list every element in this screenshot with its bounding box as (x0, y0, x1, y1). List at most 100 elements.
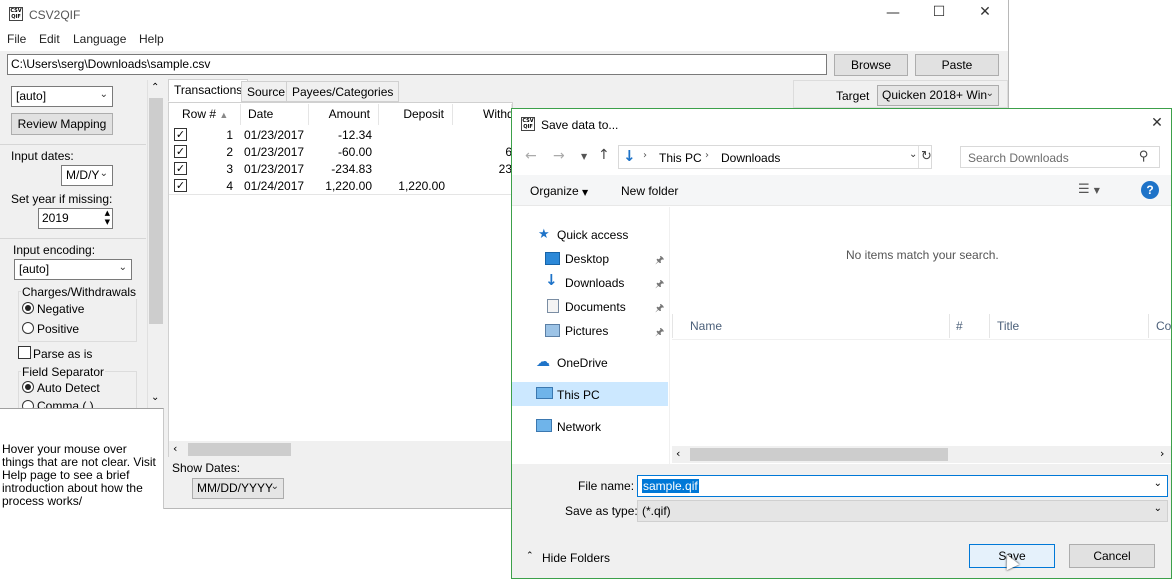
save-type-combo[interactable]: (*.qif) ⌄ (637, 500, 1168, 522)
search-input[interactable]: Search Downloads ⚲ (960, 146, 1160, 168)
column-header-contributing[interactable]: Co (1156, 319, 1171, 333)
nav-onedrive[interactable]: OneDrive (557, 356, 608, 370)
column-header-title[interactable]: Title (997, 319, 1019, 333)
breadcrumb-downloads[interactable]: Downloads (721, 151, 780, 165)
search-icon[interactable]: ⚲ (1139, 149, 1149, 164)
column-header-name[interactable]: Name (690, 319, 722, 333)
downloads-folder-icon: ↓ (623, 147, 636, 165)
scroll-thumb[interactable] (690, 448, 948, 461)
scroll-left-icon[interactable]: ‹ (676, 447, 680, 460)
scroll-right-icon[interactable]: › (1160, 447, 1164, 460)
stepper-arrows-icon[interactable]: ▲ ▼ (105, 209, 110, 227)
recent-chevron-icon[interactable]: ▼ (581, 152, 587, 161)
row-deposit (379, 127, 445, 144)
date-format-combo[interactable]: M/D/Y ⌄ (61, 165, 113, 186)
row-checkbox[interactable]: ✓ (174, 179, 187, 192)
help-icon[interactable]: ? (1141, 181, 1159, 199)
encoding-combo[interactable]: [auto] ⌄ (14, 259, 132, 280)
chevron-down-icon[interactable]: ⌄ (1154, 478, 1162, 489)
table-row[interactable]: ✓ 2 01/23/2017 -60.00 6 (169, 144, 512, 161)
row-date: 01/23/2017 (244, 128, 305, 142)
address-bar[interactable]: ↓ › This PC › Downloads ⌄ ↻ (618, 145, 932, 169)
negative-radio[interactable] (22, 302, 34, 314)
paste-button[interactable]: Paste (915, 54, 999, 76)
nav-network[interactable]: Network (557, 420, 601, 434)
hide-folders-button[interactable]: Hide Folders (542, 551, 610, 565)
parse-as-is-checkbox[interactable] (18, 346, 31, 359)
menu-language[interactable]: Language (73, 32, 126, 46)
pin-icon[interactable]: 🖈 (655, 277, 664, 294)
nav-desktop[interactable]: Desktop (565, 252, 609, 266)
grid-hscrollbar[interactable]: ‹ (169, 441, 512, 458)
pin-icon[interactable]: 🖈 (655, 253, 664, 270)
row-withdrawal: 6 (505, 145, 512, 159)
nav-quick-access[interactable]: Quick access (557, 228, 628, 242)
target-combo[interactable]: Quicken 2018+ Win ⌄ (877, 85, 999, 106)
maximize-button[interactable]: ☐ (919, 4, 959, 20)
close-button[interactable]: ✕ (965, 4, 1005, 20)
new-folder-button[interactable]: New folder (621, 184, 678, 198)
file-path-input[interactable]: C:\Users\serg\Downloads\sample.csv (7, 54, 827, 75)
back-arrow-icon[interactable]: ← (525, 148, 537, 164)
table-row[interactable]: ✓ 4 01/24/2017 1,220.00 1,220.00 (169, 178, 512, 195)
column-header-date[interactable]: Date (241, 104, 309, 125)
year-stepper[interactable]: 2019 ▲ ▼ (38, 208, 113, 229)
review-mapping-button[interactable]: Review Mapping (11, 113, 113, 135)
column-header-withdrawal[interactable]: Withd (453, 104, 512, 125)
refresh-icon[interactable]: ↻ (921, 149, 932, 164)
scroll-left-icon[interactable]: ‹ (173, 442, 177, 455)
column-header-deposit[interactable]: Deposit (379, 104, 453, 125)
positive-radio[interactable] (22, 322, 34, 334)
list-hscrollbar[interactable]: ‹ › (672, 446, 1171, 463)
dialog-title: Save data to... (541, 118, 619, 132)
save-dialog: CSV QIF Save data to... ✕ ← → ▼ ↑ ↓ › Th… (511, 108, 1172, 579)
row-checkbox[interactable]: ✓ (174, 145, 187, 158)
nav-documents[interactable]: Documents (565, 300, 626, 314)
scroll-down-icon[interactable]: ⌄ (151, 392, 159, 403)
scroll-up-icon[interactable]: ⌃ (151, 82, 159, 93)
organize-button[interactable]: Organize ▼ (530, 184, 588, 198)
dialog-close-button[interactable]: ✕ (1139, 115, 1172, 131)
up-arrow-icon[interactable]: ↑ (598, 147, 610, 163)
column-header-amount[interactable]: Amount (309, 104, 379, 125)
row-number: 2 (226, 145, 233, 159)
menu-edit[interactable]: Edit (39, 32, 60, 46)
hide-folders-chevron-icon[interactable]: ⌃ (526, 551, 534, 561)
browse-button[interactable]: Browse (834, 54, 908, 76)
column-header-row[interactable]: Row # ▲ (169, 104, 241, 125)
view-options-icon[interactable]: ☰ ▼ (1078, 182, 1100, 197)
cancel-button[interactable]: Cancel (1069, 544, 1155, 568)
column-header-number[interactable]: # (956, 319, 963, 333)
nav-pictures[interactable]: Pictures (565, 324, 608, 338)
options-scrollbar[interactable]: ⌃ ⌄ (147, 80, 164, 408)
comma-radio[interactable] (22, 400, 34, 408)
row-number: 1 (226, 128, 233, 142)
dialog-footer: File name: sample.qif ⌄ Save as type: (*… (512, 464, 1171, 578)
show-dates-combo[interactable]: MM/DD/YYYY ⌄ (192, 478, 284, 499)
minimize-button[interactable]: — (873, 5, 913, 21)
desktop-icon (545, 252, 560, 265)
pin-icon[interactable]: 🖈 (655, 301, 664, 318)
mapping-combo[interactable]: [auto] ⌄ (11, 86, 113, 107)
tab-transactions[interactable]: Transactions (168, 79, 249, 102)
tab-source[interactable]: Source (241, 81, 292, 102)
row-checkbox[interactable]: ✓ (174, 128, 187, 141)
table-row[interactable]: ✓ 1 01/23/2017 -12.34 (169, 127, 512, 144)
menu-help[interactable]: Help (139, 32, 164, 46)
divider (0, 144, 146, 145)
table-row[interactable]: ✓ 3 01/23/2017 -234.83 23 (169, 161, 512, 178)
nav-downloads[interactable]: Downloads (565, 276, 624, 290)
auto-detect-radio[interactable] (22, 381, 34, 393)
nav-this-pc[interactable]: This PC (557, 388, 600, 402)
scroll-thumb[interactable] (188, 443, 291, 456)
forward-arrow-icon[interactable]: → (553, 148, 565, 164)
table-body: ✓ 1 01/23/2017 -12.34 ✓ 2 01/23/2017 -60… (169, 127, 512, 197)
pin-icon[interactable]: 🖈 (655, 325, 664, 342)
chevron-down-icon[interactable]: ⌄ (909, 149, 917, 160)
breadcrumb-this-pc[interactable]: This PC (659, 151, 702, 165)
file-name-input[interactable]: sample.qif ⌄ (637, 475, 1168, 497)
menu-file[interactable]: File (7, 32, 26, 46)
row-checkbox[interactable]: ✓ (174, 162, 187, 175)
tab-payees-categories[interactable]: Payees/Categories (286, 81, 400, 102)
scroll-thumb[interactable] (149, 98, 163, 324)
